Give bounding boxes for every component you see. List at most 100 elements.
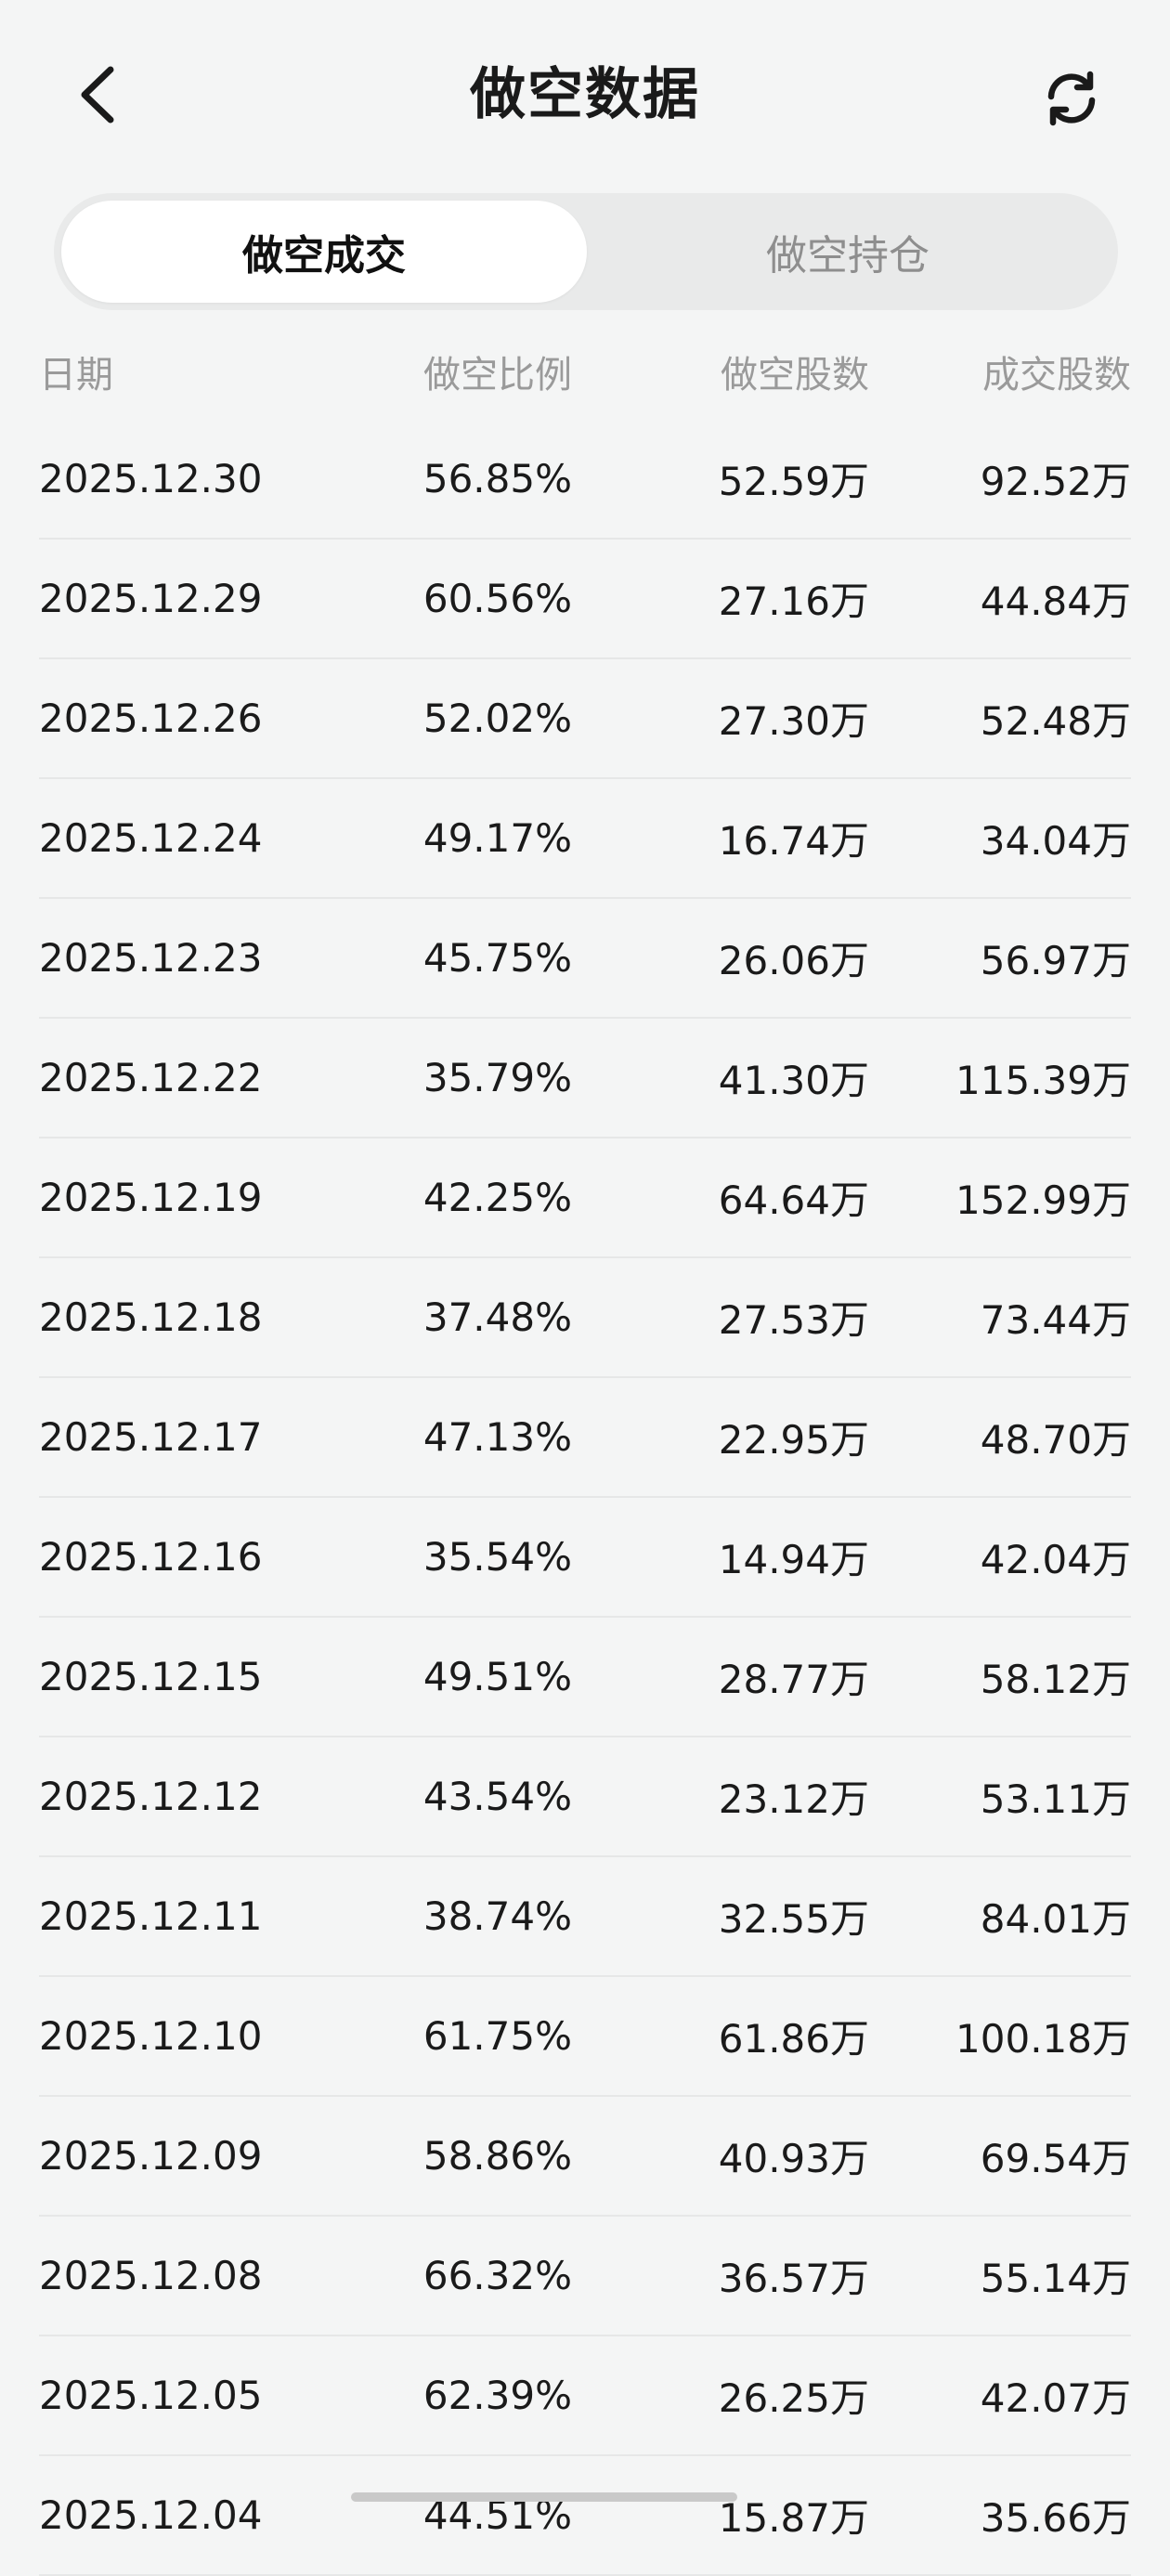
cell-short-ratio: 42.25% [422, 1175, 572, 1220]
table-row[interactable]: 2025.12.17 47.13% 22.95万 48.70万 [39, 1378, 1131, 1498]
cell-date: 2025.12.16 [39, 1534, 263, 1580]
column-header-traded-shares: 成交股数 [982, 354, 1131, 397]
cell-short-ratio: 49.51% [422, 1654, 572, 1699]
cell-date: 2025.12.05 [39, 2373, 263, 2418]
table-row[interactable]: 2025.12.08 66.32% 36.57万 55.14万 [39, 2217, 1131, 2336]
cell-traded-shares: 52.48万 [980, 698, 1131, 744]
cell-short-ratio: 47.13% [422, 1414, 572, 1460]
cell-traded-shares: 48.70万 [980, 1417, 1131, 1463]
home-indicator[interactable] [351, 2492, 737, 2502]
cell-date: 2025.12.29 [39, 576, 263, 621]
cell-short-shares: 64.64万 [718, 1177, 869, 1223]
cell-short-ratio: 66.32% [422, 2253, 572, 2298]
cell-short-ratio: 35.79% [422, 1055, 572, 1100]
cell-short-shares: 23.12万 [718, 1776, 869, 1822]
table-row[interactable]: 2025.12.22 35.79% 41.30万 115.39万 [39, 1019, 1131, 1138]
cell-date: 2025.12.23 [39, 935, 263, 981]
cell-date: 2025.12.12 [39, 1774, 263, 1819]
cell-short-ratio: 62.39% [422, 2373, 572, 2418]
cell-short-shares: 32.55万 [718, 1896, 869, 1942]
cell-date: 2025.12.26 [39, 696, 263, 741]
cell-date: 2025.12.15 [39, 1654, 263, 1699]
short-data-table: 日期 做空比例 做空股数 成交股数 2025.12.30 56.85% 52.59万… [39, 334, 1131, 2576]
cell-short-shares: 27.16万 [718, 579, 869, 624]
cell-short-ratio: 38.74% [422, 1893, 572, 1939]
cell-date: 2025.12.11 [39, 1893, 263, 1939]
cell-date: 2025.12.24 [39, 815, 263, 861]
cell-traded-shares: 55.14万 [980, 2256, 1131, 2301]
cell-short-shares: 61.86万 [718, 2016, 869, 2062]
table-row[interactable]: 2025.12.10 61.75% 61.86万 100.18万 [39, 1977, 1131, 2097]
column-header-short-shares: 做空股数 [721, 354, 869, 397]
cell-short-ratio: 56.85% [422, 456, 572, 501]
cell-date: 2025.12.19 [39, 1175, 263, 1220]
cell-date: 2025.12.08 [39, 2253, 263, 2298]
cell-traded-shares: 84.01万 [980, 1896, 1131, 1942]
table-row[interactable]: 2025.12.23 45.75% 26.06万 56.97万 [39, 899, 1131, 1019]
cell-date: 2025.12.17 [39, 1414, 263, 1460]
table-row[interactable]: 2025.12.09 58.86% 40.93万 69.54万 [39, 2097, 1131, 2217]
table-row[interactable]: 2025.12.05 62.39% 26.25万 42.07万 [39, 2336, 1131, 2456]
cell-date: 2025.12.10 [39, 2013, 263, 2059]
cell-short-ratio: 37.48% [422, 1295, 572, 1340]
cell-traded-shares: 69.54万 [980, 2136, 1131, 2181]
table-row[interactable]: 2025.12.30 56.85% 52.59万 92.52万 [39, 420, 1131, 540]
cell-short-shares: 14.94万 [718, 1537, 869, 1582]
cell-short-ratio: 45.75% [422, 935, 572, 981]
cell-date: 2025.12.22 [39, 1055, 263, 1100]
cell-short-ratio: 43.54% [422, 1774, 572, 1819]
table-row[interactable]: 2025.12.19 42.25% 64.64万 152.99万 [39, 1138, 1131, 1258]
cell-traded-shares: 44.84万 [980, 579, 1131, 624]
tab-short-volume[interactable]: 做空成交 [61, 201, 587, 303]
table-body: 2025.12.30 56.85% 52.59万 92.52万 2025.12.29 60… [39, 420, 1131, 2576]
cell-traded-shares: 92.52万 [980, 459, 1131, 504]
cell-traded-shares: 56.97万 [980, 938, 1131, 983]
cell-date: 2025.12.30 [39, 456, 263, 501]
cell-traded-shares: 100.18万 [956, 2016, 1131, 2062]
cell-short-shares: 26.25万 [718, 2375, 869, 2421]
cell-short-ratio: 49.17% [422, 815, 572, 861]
refresh-button[interactable] [1038, 65, 1105, 132]
table-row[interactable]: 2025.12.15 49.51% 28.77万 58.12万 [39, 1618, 1131, 1737]
cell-date: 2025.12.18 [39, 1295, 263, 1340]
cell-short-shares: 26.06万 [718, 938, 869, 983]
cell-traded-shares: 115.39万 [956, 1058, 1131, 1103]
cell-traded-shares: 58.12万 [980, 1657, 1131, 1702]
cell-short-ratio: 61.75% [422, 2013, 572, 2059]
cell-short-shares: 36.57万 [718, 2256, 869, 2301]
cell-date: 2025.12.09 [39, 2133, 263, 2179]
cell-short-shares: 41.30万 [718, 1058, 869, 1103]
refresh-icon [1047, 71, 1096, 126]
table-row[interactable]: 2025.12.04 44.51% 15.87万 35.66万 [39, 2456, 1131, 2576]
cell-short-shares: 28.77万 [718, 1657, 869, 1702]
column-header-short-ratio: 做空比例 [423, 354, 572, 397]
page-title: 做空数据 [470, 62, 700, 127]
cell-traded-shares: 42.07万 [980, 2375, 1131, 2421]
cell-short-ratio: 52.02% [422, 696, 572, 741]
cell-traded-shares: 152.99万 [956, 1177, 1131, 1223]
cell-date: 2025.12.04 [39, 2492, 263, 2538]
table-row[interactable]: 2025.12.12 43.54% 23.12万 53.11万 [39, 1737, 1131, 1857]
cell-short-shares: 16.74万 [718, 818, 869, 864]
table-row[interactable]: 2025.12.24 49.17% 16.74万 34.04万 [39, 779, 1131, 899]
table-row[interactable]: 2025.12.11 38.74% 32.55万 84.01万 [39, 1857, 1131, 1977]
tab-short-position[interactable]: 做空持仓 [585, 201, 1111, 303]
cell-short-ratio: 35.54% [422, 1534, 572, 1580]
cell-traded-shares: 34.04万 [980, 818, 1131, 864]
table-row[interactable]: 2025.12.26 52.02% 27.30万 52.48万 [39, 659, 1131, 779]
cell-short-shares: 52.59万 [718, 459, 869, 504]
cell-short-ratio: 60.56% [422, 576, 572, 621]
cell-traded-shares: 35.66万 [980, 2495, 1131, 2541]
app-header: 做空数据 [0, 0, 1170, 186]
cell-short-shares: 27.53万 [718, 1297, 869, 1343]
cell-traded-shares: 73.44万 [980, 1297, 1131, 1343]
column-header-date: 日期 [39, 354, 113, 397]
cell-short-shares: 40.93万 [718, 2136, 869, 2181]
table-row[interactable]: 2025.12.29 60.56% 27.16万 44.84万 [39, 540, 1131, 659]
tab-bar: 做空成交 做空持仓 [54, 193, 1118, 310]
cell-traded-shares: 53.11万 [980, 1776, 1131, 1822]
table-header: 日期 做空比例 做空股数 成交股数 [39, 334, 1131, 409]
table-row[interactable]: 2025.12.16 35.54% 14.94万 42.04万 [39, 1498, 1131, 1618]
cell-short-shares: 22.95万 [718, 1417, 869, 1463]
table-row[interactable]: 2025.12.18 37.48% 27.53万 73.44万 [39, 1258, 1131, 1378]
